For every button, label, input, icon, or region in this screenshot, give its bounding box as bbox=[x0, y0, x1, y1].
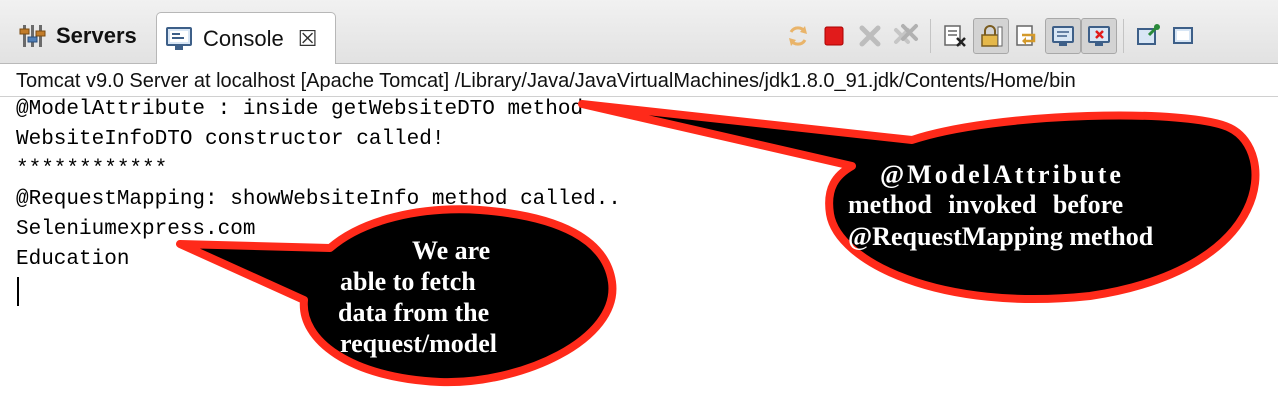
console-process-title: Tomcat v9.0 Server at localhost [Apache … bbox=[16, 70, 1076, 92]
console-line: WebsiteInfoDTO constructor called! bbox=[16, 128, 445, 151]
view-tab-bar: Servers Console ☒ bbox=[0, 0, 1278, 64]
show-on-stdout-icon[interactable] bbox=[1045, 18, 1081, 54]
remove-all-terminated-icon[interactable] bbox=[888, 18, 924, 54]
console-line: Seleniumexpress.com bbox=[16, 218, 256, 241]
pin-console-icon[interactable] bbox=[1130, 18, 1166, 54]
scroll-lock-icon[interactable] bbox=[973, 18, 1009, 54]
console-line: @ModelAttribute : inside getWebsiteDTO m… bbox=[16, 98, 584, 121]
console-line: @RequestMapping: showWebsiteInfo method … bbox=[16, 188, 621, 211]
toolbar-separator bbox=[930, 19, 931, 53]
console-monitor-icon bbox=[166, 26, 192, 50]
console-toolbar bbox=[780, 16, 1202, 56]
show-on-stderr-icon[interactable] bbox=[1081, 18, 1117, 54]
toolbar-separator bbox=[1123, 19, 1124, 53]
annotation-right-line: @RequestMapping method bbox=[848, 222, 1154, 251]
annotation-left-line: able to fetch bbox=[340, 267, 476, 296]
terminate-stop-icon[interactable] bbox=[816, 18, 852, 54]
annotation-right-line: method invoked before bbox=[848, 190, 1124, 219]
remove-launch-icon[interactable] bbox=[852, 18, 888, 54]
annotation-right-line: @ModelAttribute bbox=[880, 160, 1124, 189]
tab-console[interactable]: Console ☒ bbox=[156, 12, 336, 64]
word-wrap-icon[interactable] bbox=[1009, 18, 1045, 54]
text-caret bbox=[17, 277, 19, 306]
close-icon[interactable]: ☒ bbox=[298, 27, 318, 50]
tab-console-label: Console bbox=[203, 25, 284, 51]
tab-servers-label: Servers bbox=[56, 23, 137, 48]
console-line: Education bbox=[16, 248, 130, 271]
tab-servers[interactable]: Servers bbox=[10, 10, 152, 62]
annotation-left-line: We are bbox=[412, 236, 491, 265]
servers-icon bbox=[19, 25, 46, 47]
clear-console-icon[interactable] bbox=[937, 18, 973, 54]
refresh-icon[interactable] bbox=[780, 18, 816, 54]
annotation-left-line: request/model bbox=[340, 329, 497, 358]
display-selected-console-icon[interactable] bbox=[1166, 18, 1202, 54]
annotation-left-line: data from the bbox=[338, 298, 490, 327]
console-line: ************ bbox=[16, 158, 168, 181]
